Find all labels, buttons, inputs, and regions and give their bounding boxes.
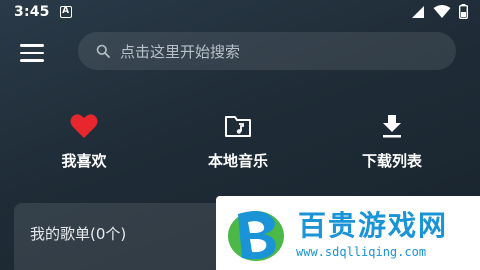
heart-icon — [70, 114, 98, 138]
battery-icon — [459, 4, 468, 19]
notification-a-icon: A — [59, 6, 72, 18]
search-placeholder: 点击这里开始搜索 — [120, 42, 241, 61]
menu-icon-line — [20, 51, 44, 54]
status-icons — [411, 4, 468, 19]
local-music-button[interactable]: 本地音乐 — [178, 112, 298, 171]
search-icon — [96, 44, 110, 58]
watermark-name: 百贵游戏网 — [298, 209, 449, 242]
watermark-logo-icon — [228, 211, 284, 261]
search-input[interactable]: 点击这里开始搜索 — [78, 32, 456, 70]
watermark-url: www.sdqlliqing.com — [296, 245, 427, 259]
download-list-button[interactable]: 下载列表 — [332, 112, 452, 171]
watermark: 百贵游戏网 www.sdqlliqing.com — [216, 196, 480, 270]
status-bar: 3:45 A — [0, 0, 480, 24]
menu-icon-line — [20, 44, 44, 47]
my-playlists-title: 我的歌单(0个) — [30, 225, 127, 243]
menu-icon-line — [20, 59, 44, 62]
favorites-label: 我喜欢 — [61, 152, 107, 170]
wifi-icon — [433, 4, 451, 18]
menu-button[interactable] — [20, 44, 44, 62]
download-icon — [383, 115, 401, 138]
status-time: 3:45 — [14, 4, 50, 20]
signal-icon — [412, 5, 424, 18]
folder-music-icon — [225, 116, 251, 137]
top-bar: 点击这里开始搜索 — [0, 32, 480, 72]
quick-actions: 我喜欢 本地音乐 下载列表 — [0, 112, 480, 176]
download-list-label: 下载列表 — [361, 152, 422, 170]
favorites-button[interactable]: 我喜欢 — [24, 112, 144, 171]
local-music-label: 本地音乐 — [207, 152, 268, 170]
